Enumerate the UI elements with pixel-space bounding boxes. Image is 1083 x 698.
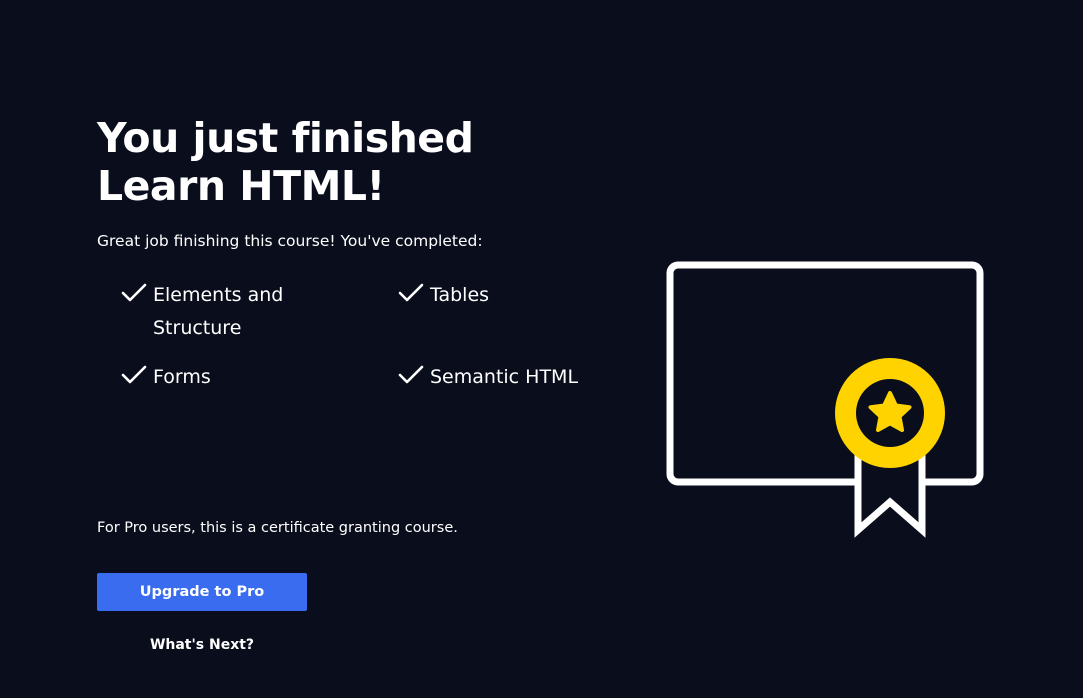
- lesson-item-tables: Tables: [398, 279, 489, 312]
- lesson-label: Forms: [153, 366, 211, 388]
- check-icon: [398, 365, 424, 384]
- lesson-label: Elements and: [153, 284, 284, 306]
- lesson-label: Tables: [430, 284, 490, 306]
- whats-next-link[interactable]: What's Next?: [97, 634, 307, 656]
- lesson-label: Semantic HTML: [430, 366, 579, 388]
- lesson-item-semantic-html: Semantic HTML: [398, 361, 578, 394]
- check-icon: [398, 283, 424, 302]
- lesson-label-continued: Structure: [153, 317, 242, 339]
- certificate-frame: [666, 261, 984, 486]
- upgrade-to-pro-button[interactable]: Upgrade to Pro: [97, 573, 307, 611]
- pro-certificate-note: For Pro users, this is a certificate gra…: [97, 520, 458, 536]
- title-line-1: You just finished: [97, 114, 474, 162]
- lesson-item-forms: Forms: [121, 361, 211, 394]
- check-icon: [121, 283, 147, 302]
- certificate-icon: [666, 261, 984, 538]
- lesson-item-elements-structure: Elements and Structure: [121, 279, 283, 345]
- title-line-2: Learn HTML!: [97, 162, 385, 210]
- check-icon: [121, 365, 147, 384]
- page-title: You just finished Learn HTML!: [97, 114, 474, 210]
- completion-subtitle: Great job finishing this course! You've …: [97, 232, 483, 250]
